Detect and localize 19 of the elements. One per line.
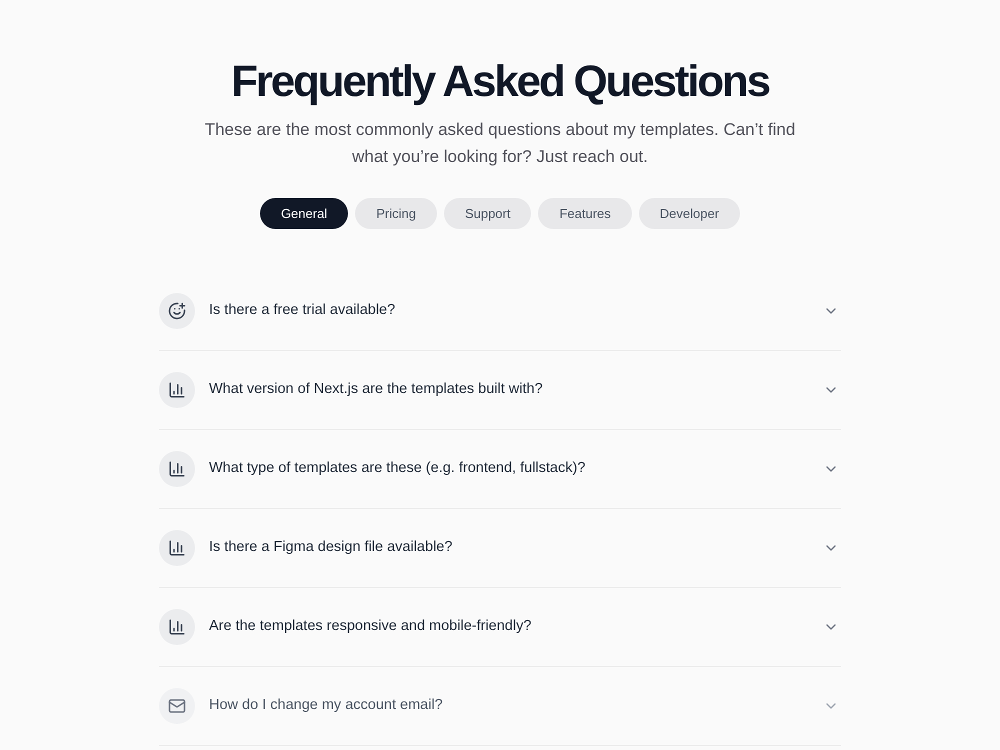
faq-question: What version of Next.js are the templates built with? [209,380,544,400]
faq-question: Is there a free trial available? [209,301,396,320]
faq-item[interactable]: Is there a Figma design file available? [159,509,841,588]
faq-question: Is there a Figma design file available? [209,538,454,558]
category-tab[interactable]: General [260,198,348,229]
faq-item[interactable]: Is there a free trial available? [159,272,841,351]
faq-question: What type of templates are these (e.g. frontend, fullstack)? [209,459,586,478]
faq-item[interactable]: Are the templates responsive and mobile-friendly? [159,588,841,667]
faq-question: How do I change my account email? [209,696,444,716]
faq-item[interactable]: What version of Next.js are the templates built with? [159,351,841,430]
faq-item[interactable]: How do I change my account email? [159,667,841,746]
faq-question: Are the templates responsive and mobile-friendly? [209,617,532,636]
category-tab[interactable]: Features [538,198,632,229]
category-tab[interactable]: Pricing [355,198,437,229]
page-title: Frequently Asked Questions [231,56,769,108]
category-tab[interactable]: Developer [638,198,740,229]
page-subtitle: These are the most commonly asked questions about my templates. Can’t find what you’re looking for? Just reach out. [204,119,796,168]
faq-item[interactable]: What type of templates are these (e.g. frontend, fullstack)? [159,430,841,509]
category-tab[interactable]: Support [444,198,532,229]
